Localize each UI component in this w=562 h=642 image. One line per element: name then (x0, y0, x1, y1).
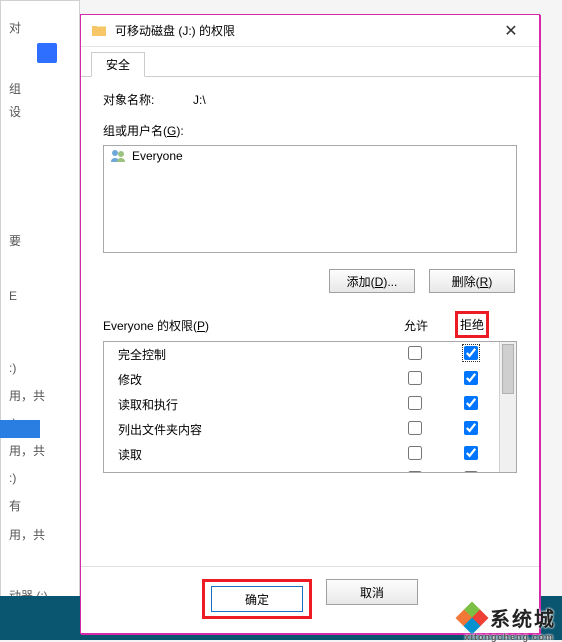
watermark-logo-icon (458, 604, 486, 632)
cancel-button[interactable]: 取消 (326, 579, 418, 605)
tab-row: 安全 (81, 47, 539, 77)
permission-name: 列出文件夹内容 (104, 417, 387, 442)
deny-checkbox[interactable] (464, 396, 478, 410)
bg-text: 用，共 (9, 526, 75, 543)
watermark: 系统城 xitongcheng.com (458, 603, 556, 632)
watermark-url: xitongcheng.com (464, 632, 554, 642)
bg-selection (0, 420, 40, 438)
bg-text: 设 (9, 103, 75, 120)
allow-checkbox[interactable] (408, 396, 422, 410)
column-deny-header: 拒绝 (460, 318, 484, 332)
allow-checkbox[interactable] (408, 346, 422, 360)
background-window: 对 组 设 要 E :) 用，共 :) 用，共 :) 有 用，共 动器 (:) (0, 0, 80, 600)
ok-button[interactable]: 确定 (211, 586, 303, 612)
bg-text: 对 (9, 19, 75, 36)
permission-row: 列出文件夹内容 (104, 417, 499, 442)
user-item-label: Everyone (132, 149, 183, 163)
groups-label: 组或用户名(G): (103, 122, 517, 139)
permissions-header: Everyone 的权限(P) 允许 拒绝 (103, 311, 517, 339)
permission-row: 修改 (104, 367, 499, 392)
allow-checkbox[interactable] (408, 446, 422, 460)
deny-checkbox[interactable] (464, 371, 478, 385)
permission-name: 完全控制 (104, 342, 387, 367)
permissions-for-label: Everyone 的权限(P) (103, 317, 388, 338)
remove-button[interactable]: 删除(R) (429, 269, 515, 293)
object-name-value: J:\ (193, 93, 206, 107)
deny-checkbox[interactable] (464, 421, 478, 435)
add-button[interactable]: 添加(D)... (329, 269, 415, 293)
permissions-table: 完全控制修改读取和执行列出文件夹内容读取写入 (103, 341, 517, 473)
permission-row: 读取 (104, 442, 499, 467)
permission-name: 读取 (104, 442, 387, 467)
deny-checkbox[interactable] (464, 471, 478, 472)
permission-row: 读取和执行 (104, 392, 499, 417)
watermark-brand: 系统城 (490, 603, 556, 632)
bg-text: 要 (9, 232, 75, 249)
dialog-title: 可移动磁盘 (J:) 的权限 (115, 22, 235, 39)
allow-checkbox[interactable] (408, 421, 422, 435)
close-icon: ✕ (504, 21, 517, 41)
bg-text: :) (9, 471, 75, 485)
users-listbox[interactable]: Everyone (103, 145, 517, 253)
column-allow-header: 允许 (388, 317, 444, 338)
permission-name: 修改 (104, 367, 387, 392)
bg-text: 用，共 (9, 387, 75, 404)
allow-checkbox[interactable] (408, 471, 422, 472)
permission-row: 完全控制 (104, 342, 499, 367)
permission-name: 读取和执行 (104, 392, 387, 417)
highlight-ok-button: 确定 (202, 579, 312, 619)
bg-app-icon (37, 43, 57, 63)
allow-checkbox[interactable] (408, 371, 422, 385)
permission-name: 写入 (104, 467, 387, 472)
bg-text: :) (9, 361, 75, 375)
bg-text: 组 (9, 80, 75, 97)
titlebar: 可移动磁盘 (J:) 的权限 ✕ (81, 15, 539, 47)
bg-text: 用，共 (9, 442, 75, 459)
permissions-dialog: 可移动磁盘 (J:) 的权限 ✕ 安全 对象名称: J:\ 组或用户名(G): … (80, 14, 540, 634)
highlight-deny-header: 拒绝 (455, 311, 489, 338)
close-button[interactable]: ✕ (489, 17, 533, 45)
permission-row: 写入 (104, 467, 499, 472)
scrollbar-thumb[interactable] (502, 344, 514, 394)
dialog-content: 对象名称: J:\ 组或用户名(G): Everyone 添加(D)... 删除… (81, 77, 539, 566)
object-name-label: 对象名称: (103, 91, 193, 108)
scrollbar-vertical[interactable] (499, 342, 516, 472)
bg-text: E (9, 289, 75, 303)
tab-security[interactable]: 安全 (91, 52, 145, 77)
user-item-everyone[interactable]: Everyone (104, 146, 516, 166)
users-icon (110, 148, 126, 164)
deny-checkbox[interactable] (464, 346, 478, 360)
deny-checkbox[interactable] (464, 446, 478, 460)
folder-icon (91, 23, 107, 39)
bg-text: 有 (9, 497, 75, 514)
